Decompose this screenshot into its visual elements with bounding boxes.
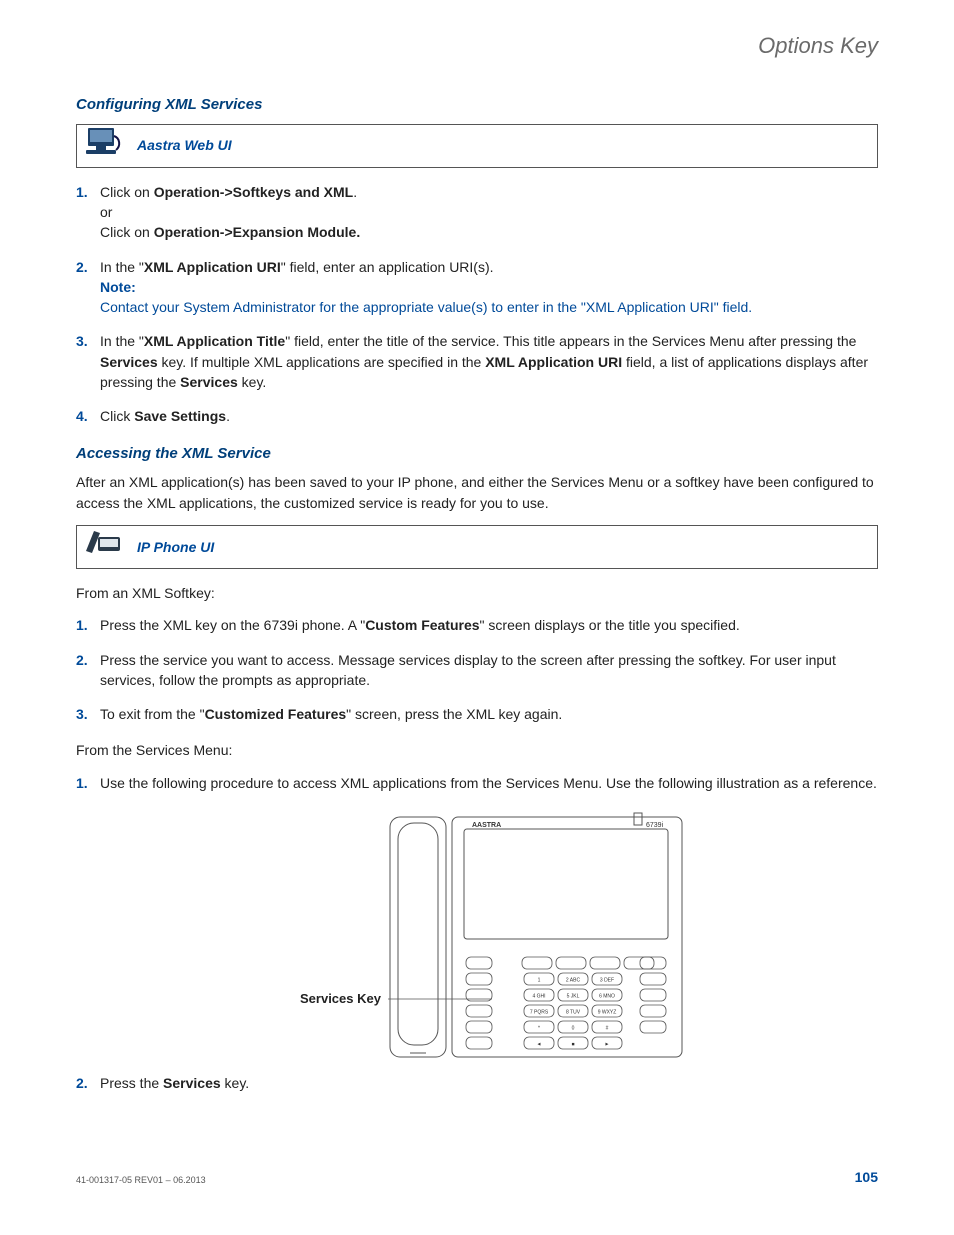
t: In the "	[100, 259, 144, 275]
t: Services	[180, 374, 238, 390]
step: 1. Click on Operation->Softkeys and XML.…	[76, 182, 878, 243]
step-num: 1.	[76, 182, 88, 202]
svg-text:■: ■	[571, 1042, 574, 1048]
svg-text:4 GHI: 4 GHI	[532, 994, 545, 1000]
callout-web-ui-title: Aastra Web UI	[137, 135, 232, 155]
svg-text:0: 0	[572, 1026, 575, 1032]
t: XML Application Title	[144, 333, 285, 349]
services-menu-steps: 1. Use the following procedure to access…	[76, 773, 878, 793]
t: Services	[100, 354, 158, 370]
callout-web-ui: Aastra Web UI	[76, 124, 878, 168]
step: 3. To exit from the "Customized Features…	[76, 704, 878, 724]
svg-text:*: *	[538, 1026, 540, 1032]
t: Services	[163, 1075, 221, 1091]
running-header: Options Key	[76, 30, 878, 62]
svg-text:1: 1	[538, 978, 541, 984]
svg-text:7 PQRS: 7 PQRS	[530, 1010, 549, 1016]
svg-text:3 DEF: 3 DEF	[600, 978, 614, 984]
svg-text:8 TUV: 8 TUV	[566, 1010, 581, 1016]
heading-accessing-xml: Accessing the XML Service	[76, 443, 878, 465]
t: Click	[100, 408, 134, 424]
t: Use the following procedure to access XM…	[100, 775, 877, 791]
step: 1. Press the XML key on the 6739i phone.…	[76, 615, 878, 635]
lead-softkey: From an XML Softkey:	[76, 583, 878, 603]
t: Click on	[100, 184, 154, 200]
note-body: Contact your System Administrator for th…	[100, 299, 752, 315]
svg-text:◄: ◄	[537, 1042, 542, 1048]
t: Operation->Expansion Module.	[154, 224, 361, 240]
t: or	[100, 204, 112, 220]
web-ui-steps: 1. Click on Operation->Softkeys and XML.…	[76, 182, 878, 427]
step: 4. Click Save Settings.	[76, 406, 878, 426]
doc-id: 41-001317-05 REV01 – 06.2013	[76, 1174, 206, 1187]
step-num: 1.	[76, 773, 88, 793]
t: " screen displays or the title you speci…	[480, 617, 740, 633]
t: Customized Features	[205, 706, 347, 722]
t: In the "	[100, 333, 144, 349]
svg-text:6 MNO: 6 MNO	[599, 994, 615, 1000]
t: XML Application URI	[144, 259, 281, 275]
svg-text:9 WXYZ: 9 WXYZ	[598, 1010, 617, 1016]
t: Press the	[100, 1075, 163, 1091]
step-num: 3.	[76, 704, 88, 724]
step: 3. In the "XML Application Title" field,…	[76, 331, 878, 392]
t: key. If multiple XML applications are sp…	[158, 354, 486, 370]
step-num: 4.	[76, 406, 88, 426]
t: " screen, press the XML key again.	[346, 706, 562, 722]
t: Press the XML key on the 6739i phone. A …	[100, 617, 365, 633]
t: .	[226, 408, 230, 424]
step-num: 1.	[76, 615, 88, 635]
svg-text:2 ABC: 2 ABC	[566, 978, 581, 984]
phone-icon	[80, 523, 126, 572]
page-number: 105	[855, 1167, 878, 1187]
t: " field, enter the title of the service.…	[285, 333, 856, 349]
callout-phone-ui: IP Phone UI	[76, 525, 878, 569]
svg-text:►: ►	[605, 1042, 610, 1048]
t: Click on	[100, 224, 154, 240]
services-menu-steps-cont: 2. Press the Services key.	[76, 1073, 878, 1093]
intro-paragraph: After an XML application(s) has been sav…	[76, 472, 878, 513]
t: .	[353, 184, 357, 200]
step-num: 2.	[76, 257, 88, 277]
step-num: 2.	[76, 1073, 88, 1093]
note-label: Note:	[100, 279, 136, 295]
t: Operation->Softkeys and XML	[154, 184, 354, 200]
lead-services-menu: From the Services Menu:	[76, 740, 878, 760]
t: key.	[238, 374, 267, 390]
page-footer: 41-001317-05 REV01 – 06.2013 105	[76, 1167, 878, 1187]
step-num: 3.	[76, 331, 88, 351]
phone-illustration: AASTRA 6739i 1 2 ABC 3 DEF 4 GHI 5 JKL 6 MNO 7…	[242, 809, 712, 1067]
step: 1. Use the following procedure to access…	[76, 773, 878, 793]
t: Save Settings	[134, 408, 226, 424]
callout-phone-ui-title: IP Phone UI	[137, 537, 214, 557]
t: XML Application URI	[485, 354, 622, 370]
t: key.	[221, 1075, 250, 1091]
heading-configuring-xml: Configuring XML Services	[76, 94, 878, 116]
svg-text:#: #	[606, 1026, 609, 1032]
step: 2. Press the Services key.	[76, 1073, 878, 1093]
monitor-icon	[80, 122, 126, 171]
t: Custom Features	[365, 617, 479, 633]
svg-text:5 JKL: 5 JKL	[567, 994, 580, 1000]
t: Press the service you want to access. Me…	[100, 652, 836, 688]
step-num: 2.	[76, 650, 88, 670]
model-label: 6739i	[646, 822, 664, 829]
t: " field, enter an application URI(s).	[281, 259, 494, 275]
softkey-steps: 1. Press the XML key on the 6739i phone.…	[76, 615, 878, 724]
t: To exit from the "	[100, 706, 205, 722]
step: 2. In the "XML Application URI" field, e…	[76, 257, 878, 318]
brand-label: AASTRA	[472, 822, 501, 829]
services-key-callout: Services Key	[300, 991, 382, 1006]
step: 2. Press the service you want to access.…	[76, 650, 878, 691]
